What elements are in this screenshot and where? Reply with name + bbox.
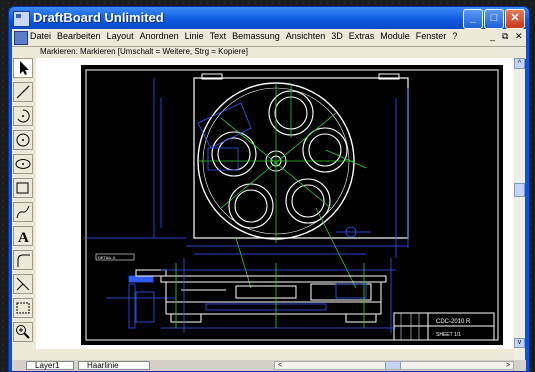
menu-item-7[interactable]: Ansichten xyxy=(286,31,326,41)
title-block-subtext: SHEET 1/1 xyxy=(436,332,461,338)
status-text: Markieren: Markieren [Umschalt = Weitere… xyxy=(40,47,248,56)
menu-item-3[interactable]: Anordnen xyxy=(140,31,179,41)
doc-restore-button[interactable]: ⧉ xyxy=(502,31,508,42)
menu-item-11[interactable]: Fenster xyxy=(416,31,447,41)
window-tool-icon[interactable] xyxy=(13,298,33,318)
menu-item-2[interactable]: Layout xyxy=(107,31,134,41)
circle-tool-icon[interactable] xyxy=(13,130,33,150)
line-style-selector[interactable]: Haarlinie xyxy=(78,361,150,370)
menu-item-10[interactable]: Module xyxy=(380,31,410,41)
line-tool-icon[interactable] xyxy=(13,82,33,102)
maximize-button[interactable]: □ xyxy=(484,9,504,29)
scroll-down-button[interactable]: v xyxy=(514,338,525,348)
doc-minimize-button[interactable]: _ xyxy=(490,31,495,41)
menu-item-1[interactable]: Bearbeiten xyxy=(57,31,101,41)
app-icon xyxy=(13,11,30,27)
detail-label: DETAIL X xyxy=(98,255,116,260)
title-bar[interactable]: DraftBoard Unlimited _ □ ✕ xyxy=(9,7,529,29)
title-block-text: CDC-2010 R xyxy=(436,319,471,325)
menu-item-8[interactable]: 3D xyxy=(331,31,343,41)
arc-tool-icon[interactable] xyxy=(13,106,33,126)
zoom-tool-icon[interactable] xyxy=(13,322,33,342)
menu-list: Datei Bearbeiten Layout Anordnen Linie Text Be… xyxy=(30,31,463,41)
menu-item-5[interactable]: Text xyxy=(210,31,227,41)
ellipse-tool-icon[interactable] xyxy=(13,154,33,174)
scroll-right-button[interactable]: > xyxy=(503,362,513,369)
app-window: DraftBoard Unlimited _ □ ✕ Datei Bearbeit… xyxy=(8,6,530,372)
window-title: DraftBoard Unlimited xyxy=(33,10,164,25)
horizontal-scrollbar[interactable]: < > xyxy=(274,361,514,370)
vertical-scroll-thumb[interactable] xyxy=(514,183,525,197)
menu-item-0[interactable]: Datei xyxy=(30,31,51,41)
menu-item-6[interactable]: Bemassung xyxy=(232,31,280,41)
menu-item-4[interactable]: Linie xyxy=(185,31,204,41)
horizontal-scroll-thumb[interactable] xyxy=(385,362,401,369)
svg-text:A: A xyxy=(18,230,29,245)
minimize-button[interactable]: _ xyxy=(463,9,483,29)
tool-palette: A xyxy=(12,58,36,349)
menu-item-9[interactable]: Extras xyxy=(349,31,375,41)
text-tool-icon[interactable]: A xyxy=(13,226,33,246)
doc-close-button[interactable]: ✕ xyxy=(515,31,523,42)
rectangle-tool-icon[interactable] xyxy=(13,178,33,198)
scroll-left-button[interactable]: < xyxy=(275,362,285,369)
drawing-canvas[interactable]: CDC-2010 R SHEET 1/1 DETAIL X xyxy=(36,58,514,349)
vertical-scrollbar[interactable]: ^ v xyxy=(514,58,525,360)
close-button[interactable]: ✕ xyxy=(505,9,525,29)
curve-tool-icon[interactable] xyxy=(13,202,33,222)
scroll-up-button[interactable]: ^ xyxy=(514,58,525,69)
bottom-bar: Layer1 Haarlinie < > xyxy=(12,360,526,371)
menu-bar: Datei Bearbeiten Layout Anordnen Linie Text Be… xyxy=(12,29,526,46)
canvas-footer xyxy=(12,349,514,360)
fillet-tool-icon[interactable] xyxy=(13,250,33,270)
arrow-tool-icon[interactable] xyxy=(13,58,33,78)
document-icon[interactable] xyxy=(14,31,28,45)
layer-selector[interactable]: Layer1 xyxy=(26,361,74,370)
menu-item-12[interactable]: ? xyxy=(452,31,457,41)
trim-tool-icon[interactable] xyxy=(13,274,33,294)
